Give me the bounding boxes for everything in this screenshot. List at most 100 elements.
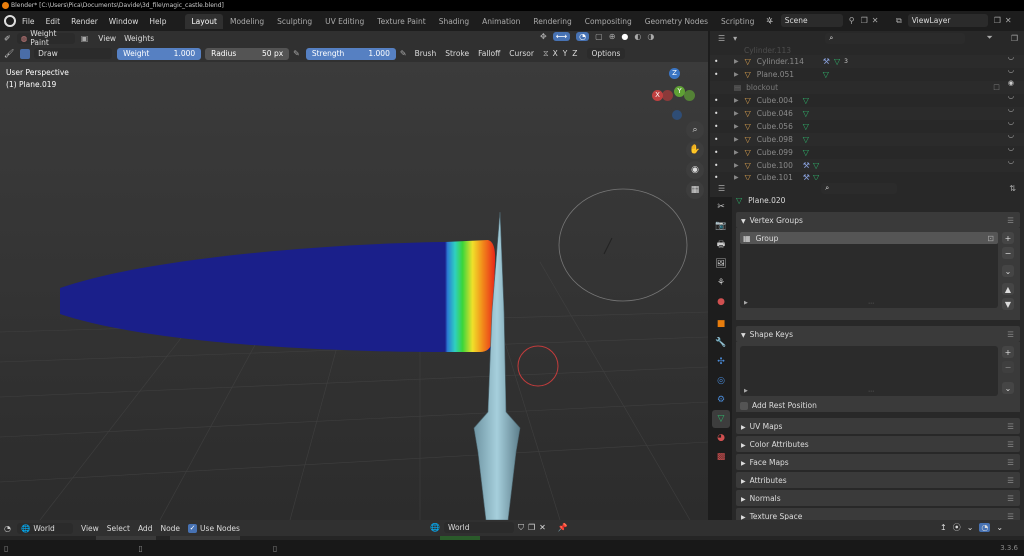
expand-icon[interactable]: ▶	[734, 123, 739, 130]
menu-node[interactable]: Node	[160, 524, 180, 533]
overlays-icon[interactable]: ◔	[979, 523, 991, 532]
list-item[interactable]: ▦ Group ⊡	[740, 232, 998, 244]
filter-icon[interactable]: ⏷	[986, 33, 992, 43]
mask-toggle-icon[interactable]: ▣	[81, 34, 89, 43]
render-tab-icon[interactable]: 📷	[712, 217, 730, 235]
falloff-menu[interactable]: Falloff	[478, 49, 500, 58]
shape-key-specials-icon[interactable]: ⌄	[1002, 382, 1014, 394]
list-item[interactable]: • ▶ ▽ Cube.099 ▽	[710, 146, 1024, 159]
unlink-world-icon[interactable]: ✕	[539, 523, 546, 532]
eye-icon[interactable]: ◡	[1008, 66, 1014, 74]
list-item[interactable]: • ▶ ▽ Cube.046 ▽	[710, 107, 1024, 120]
world-browse-icon[interactable]: 🌐	[430, 523, 440, 532]
eye-icon[interactable]: ◡	[1008, 131, 1014, 139]
overlays-dropdown-icon[interactable]: ⌄	[996, 523, 1003, 532]
eye-icon[interactable]: ◉	[1008, 79, 1014, 87]
gizmo-x-axis[interactable]: X	[652, 90, 663, 101]
rendered-shading-icon[interactable]: ◑	[647, 32, 654, 41]
list-resize-icon[interactable]: ⋯	[868, 300, 874, 307]
use-nodes-toggle[interactable]: ✓ Use Nodes	[188, 523, 240, 533]
properties-editor-icon[interactable]: ☰	[718, 184, 725, 193]
3d-viewport[interactable]: User Perspective (1) Plane.019 Z Y X ⌕ ✋…	[0, 62, 708, 520]
expand-icon[interactable]: ▶	[734, 149, 739, 156]
drag-handle-icon[interactable]: ☰	[1007, 458, 1014, 467]
radius-pressure-icon[interactable]: ✎	[293, 49, 300, 58]
snapping-icon[interactable]: ⦿	[953, 522, 961, 533]
menu-window[interactable]: Window	[109, 17, 139, 26]
physics-tab-icon[interactable]: ◎	[712, 372, 730, 390]
object-tab-icon[interactable]: ■	[712, 315, 730, 333]
list-item[interactable]: • ▶ ▽ Cube.100 ⚒ ▽	[710, 159, 1024, 172]
expand-icon[interactable]: ▶	[734, 162, 739, 169]
ortho-grid-icon[interactable]: ▦	[686, 181, 704, 199]
remove-shape-key-button[interactable]: −	[1002, 361, 1014, 373]
viewlayer-icon[interactable]: ⧉	[896, 16, 902, 26]
expand-icon[interactable]: ▶	[734, 58, 739, 65]
add-vertex-group-button[interactable]: +	[1002, 232, 1014, 244]
world-tab-icon[interactable]: ●	[712, 293, 730, 311]
drag-handle-icon[interactable]: ☰	[1007, 330, 1014, 339]
expand-icon[interactable]: ▶	[734, 97, 739, 104]
tab-scripting[interactable]: Scripting	[715, 14, 760, 29]
menu-file[interactable]: File	[22, 17, 35, 26]
tab-layout[interactable]: Layout	[185, 13, 223, 29]
vertex-groups-panel-header[interactable]: ▼ Vertex Groups ☰	[736, 212, 1020, 228]
menu-render[interactable]: Render	[71, 17, 98, 26]
fake-user-icon[interactable]: ⛉	[518, 523, 524, 533]
editor-type-icon[interactable]: ✐	[4, 34, 11, 43]
properties-search-icon[interactable]: ⌕	[821, 183, 898, 194]
shader-editor-type-icon[interactable]: ◔	[4, 524, 11, 533]
tab-geometry-nodes[interactable]: Geometry Nodes	[639, 14, 714, 29]
menu-select[interactable]: Select	[107, 524, 130, 533]
remove-vertex-group-button[interactable]: −	[1002, 247, 1014, 259]
options-dropdown[interactable]: Options	[587, 48, 626, 59]
symmetry-x[interactable]: X	[553, 49, 558, 58]
viewlayer-field[interactable]: ViewLayer	[907, 14, 988, 27]
shape-key-list[interactable]: ▶ ⋯	[740, 346, 998, 396]
strength-slider[interactable]: Strength 1.000	[305, 47, 396, 60]
particles-tab-icon[interactable]: ✣	[712, 353, 730, 371]
view-layer-tab-icon[interactable]: 🖼	[712, 255, 730, 273]
xray-icon[interactable]: ▢	[595, 32, 603, 41]
drag-handle-icon[interactable]: ☰	[1007, 494, 1014, 503]
pan-hand-icon[interactable]: ✋	[686, 141, 704, 159]
show-gizmo-icon[interactable]: ◔	[576, 32, 590, 41]
list-item[interactable]: • ▶ ▽ Cube.056 ▽	[710, 120, 1024, 133]
gizmo-z-axis[interactable]: Z	[669, 68, 680, 79]
scene-tab-icon[interactable]: ⚘	[712, 274, 730, 292]
new-world-icon[interactable]: ❐	[528, 523, 535, 532]
use-nodes-checkbox[interactable]: ✓	[188, 523, 198, 533]
properties-options-icon[interactable]: ⇅	[1009, 184, 1016, 193]
list-item[interactable]: • ▶ ▽ Cube.004 ▽	[710, 94, 1024, 107]
list-item[interactable]: • ▶ ▽ Cylinder.114 ⚒ ▽ 3	[710, 55, 1024, 68]
material-shading-icon[interactable]: ◐	[634, 32, 641, 41]
expand-icon[interactable]: ▶	[734, 136, 739, 143]
brush-tool-icon[interactable]: 🖌	[4, 49, 14, 58]
drag-handle-icon[interactable]: ☰	[1007, 476, 1014, 485]
mode-dropdown[interactable]: ◍ Weight Paint	[16, 29, 75, 47]
symmetry-z[interactable]: Z	[572, 49, 577, 58]
gizmo-y-neg-axis[interactable]	[684, 90, 695, 101]
stroke-menu[interactable]: Stroke	[445, 49, 469, 58]
zoom-icon[interactable]: ⌕	[686, 121, 704, 139]
list-expand-icon[interactable]: ▶	[744, 300, 748, 306]
drag-handle-icon[interactable]: ☰	[1007, 440, 1014, 449]
drag-handle-icon[interactable]: ☰	[1007, 216, 1014, 225]
tab-modeling[interactable]: Modeling	[224, 14, 270, 29]
menu-add[interactable]: Add	[138, 524, 153, 533]
face-maps-panel-header[interactable]: ▶ Face Maps ☰	[736, 454, 1020, 470]
outliner-search-icon[interactable]: ⌕	[825, 32, 966, 44]
list-item[interactable]: Cylinder.113	[710, 45, 1024, 55]
vertex-group-list[interactable]: ▦ Group ⊡ ▶ ⋯	[740, 232, 998, 308]
color-attributes-panel-header[interactable]: ▶ Color Attributes ☰	[736, 436, 1020, 452]
object-data-name[interactable]: Plane.020	[748, 196, 785, 205]
strength-pressure-icon[interactable]: ✎	[400, 49, 407, 58]
brush-preview-icon[interactable]	[20, 48, 31, 59]
constraints-tab-icon[interactable]: ⚙	[712, 391, 730, 409]
scene-field[interactable]: Scene	[780, 14, 843, 27]
shader-type-dropdown[interactable]: 🌐 World	[16, 522, 73, 534]
mirror-icon[interactable]: ⟷	[552, 32, 571, 41]
tab-sculpting[interactable]: Sculpting	[271, 14, 318, 29]
mesh-data-tab-icon[interactable]: ▽	[712, 410, 730, 428]
tab-animation[interactable]: Animation	[476, 14, 526, 29]
